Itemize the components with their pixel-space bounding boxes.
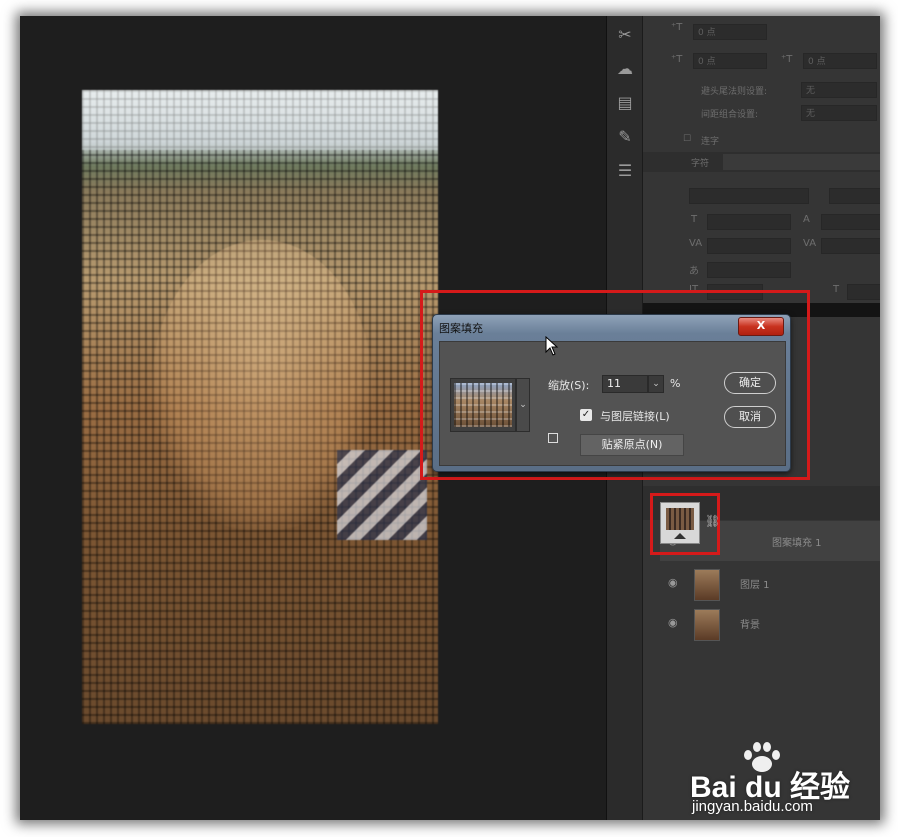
pattern-preview: [666, 508, 694, 530]
chevron-down-icon[interactable]: ⌄: [516, 378, 530, 432]
mojikumi-label: 间距组合设置:: [701, 110, 759, 120]
leading-icon: A: [803, 214, 810, 225]
mojikumi-select[interactable]: 无: [801, 105, 877, 121]
scale-input[interactable]: 11: [602, 375, 648, 393]
pattern-fill-dialog: 图案填充 X ⌄ 缩放(S): 11 ⌄ % ✓ 与图层链接(L) 贴紧原点(N…: [432, 314, 791, 472]
scale-unit: %: [670, 377, 681, 390]
link-with-layer-checkbox[interactable]: ✓: [580, 409, 592, 421]
font-style-select[interactable]: [829, 188, 880, 204]
canvas-image[interactable]: [82, 90, 438, 724]
baidu-jingyan-watermark: Bai du 经验 jingyan.baidu.com: [690, 740, 880, 820]
cursor-arrow-icon: [545, 335, 559, 356]
origin-icon: [548, 433, 558, 443]
dialog-body: ⌄ 缩放(S): 11 ⌄ % ✓ 与图层链接(L) 贴紧原点(N) 确定 取消: [439, 341, 786, 466]
hyphenate-label: 连字: [701, 137, 720, 147]
tracking-field[interactable]: [821, 238, 880, 254]
pattern-thumbnail: [454, 383, 512, 427]
space-after-field[interactable]: 0 点: [803, 53, 877, 69]
indent-icon: ⁺T: [671, 54, 683, 65]
cloud-icon[interactable]: ☁: [614, 58, 636, 80]
pattern-fill-layer-thumbnail[interactable]: [660, 502, 700, 544]
indent-field-2[interactable]: 0 点: [693, 53, 767, 69]
space-after-icon: ⁺T: [781, 54, 793, 65]
layer-name[interactable]: 背景: [740, 616, 760, 631]
eye-icon[interactable]: ◉: [668, 616, 678, 629]
layer-thumbnail: [694, 609, 720, 641]
kerning-icon: VA: [689, 238, 703, 249]
ok-button[interactable]: 确定: [724, 372, 776, 394]
eye-icon[interactable]: ◉: [668, 576, 678, 589]
tracking-icon: ⁺T: [671, 22, 683, 33]
font-size-icon: T: [691, 214, 698, 225]
layer-row-layer1[interactable]: ◉ 图层 1: [660, 563, 880, 603]
tsume-field[interactable]: [707, 262, 791, 278]
hyphenate-checkbox[interactable]: ☐: [683, 134, 691, 150]
brush-icon[interactable]: ✎: [614, 126, 636, 148]
scissors-icon[interactable]: ✂: [614, 24, 636, 46]
horizontal-scale-icon: T: [833, 284, 840, 295]
scale-dropdown-arrow[interactable]: ⌄: [648, 375, 664, 393]
cancel-button[interactable]: 取消: [724, 406, 776, 428]
pattern-picker-swatch[interactable]: [450, 378, 516, 432]
layer-row-background[interactable]: ◉ 背景: [660, 603, 880, 643]
font-family-select[interactable]: [689, 188, 809, 204]
tracking-icon-2: VA: [803, 238, 817, 249]
pattern-fill-thumbnail-highlight: ⛓: [650, 493, 720, 555]
layer-name[interactable]: 图层 1: [740, 576, 770, 591]
baidu-site-text: jingyan.baidu.com: [692, 798, 813, 815]
close-button[interactable]: X: [738, 317, 784, 336]
notes-icon[interactable]: ▤: [614, 92, 636, 114]
scale-label: 缩放(S):: [548, 379, 590, 392]
fill-triangle-icon: [674, 533, 686, 539]
link-with-layer-label[interactable]: 与图层链接(L): [600, 408, 670, 424]
leading-field[interactable]: [821, 214, 880, 230]
font-size-field[interactable]: [707, 214, 791, 230]
dialog-title: 图案填充: [439, 322, 483, 335]
scale-icon: あ: [689, 266, 699, 277]
canvas-striped-shirt: [337, 450, 427, 540]
kinsoku-select[interactable]: 无: [801, 82, 877, 98]
sliders-icon[interactable]: ☰: [614, 160, 636, 182]
character-tab-bar: 字符: [643, 152, 880, 172]
chain-link-icon[interactable]: ⛓: [705, 514, 720, 528]
layer-thumbnail: [694, 569, 720, 601]
snap-to-origin-button[interactable]: 贴紧原点(N): [580, 434, 684, 456]
kerning-field[interactable]: [707, 238, 791, 254]
font-search-field[interactable]: [723, 154, 880, 170]
tab-character[interactable]: 字符: [691, 156, 709, 172]
kinsoku-label: 避头尾法则设置:: [701, 87, 768, 97]
horizontal-scale-field[interactable]: [847, 284, 880, 300]
layer-name[interactable]: 图案填充 1: [772, 534, 822, 549]
indent-field-1[interactable]: 0 点: [693, 24, 767, 40]
canvas-sky-area: [82, 90, 438, 150]
